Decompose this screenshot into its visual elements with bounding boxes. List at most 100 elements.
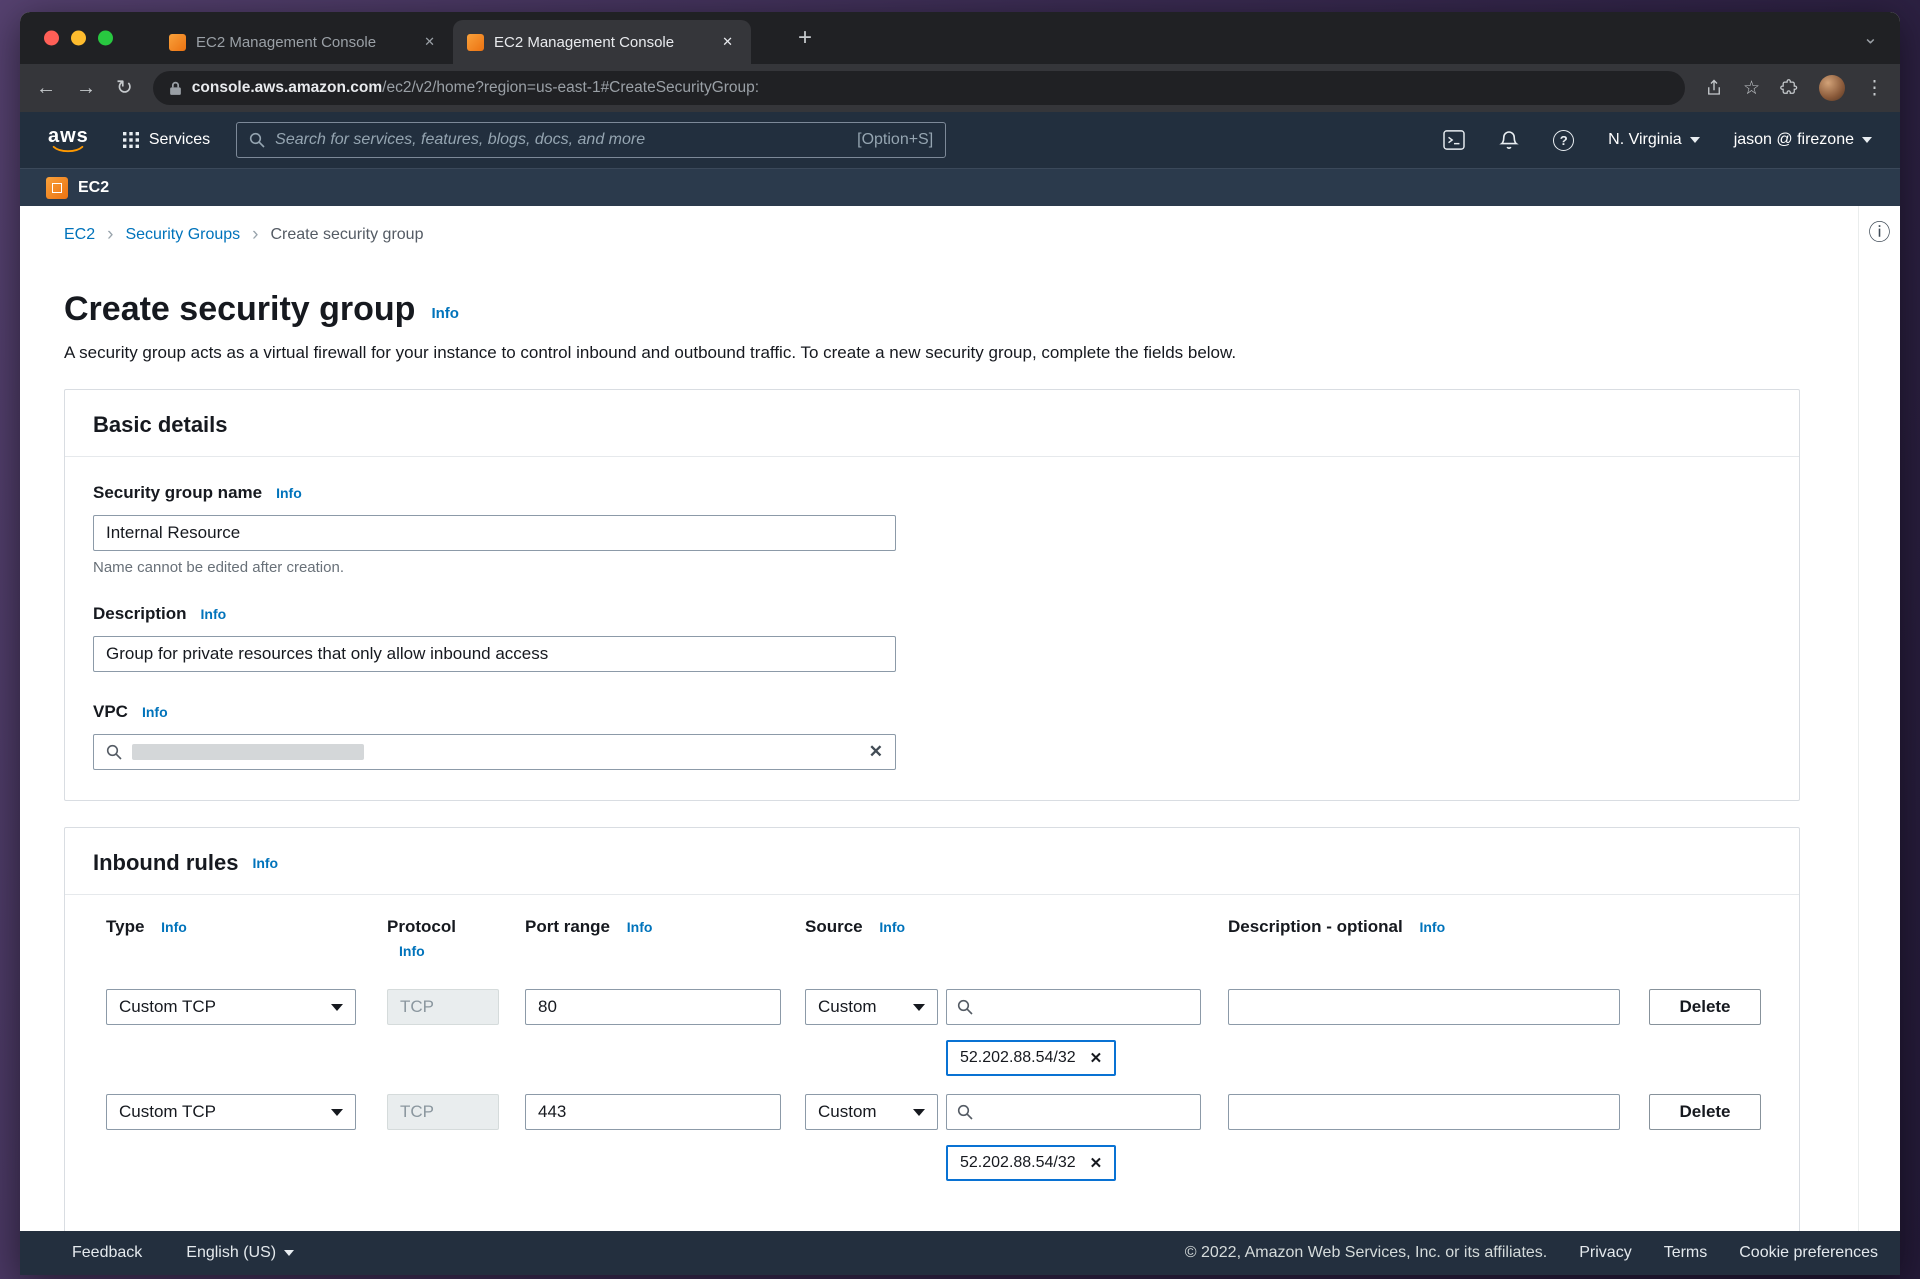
aws-logo[interactable]: aws	[48, 127, 89, 154]
new-tab-button[interactable]: +	[798, 26, 812, 50]
feedback-link[interactable]: Feedback	[72, 1244, 142, 1262]
aws-smile-icon	[51, 145, 85, 154]
aws-search-input[interactable]	[275, 131, 847, 149]
port-range-input[interactable]	[525, 989, 781, 1025]
service-bar: EC2	[20, 168, 1900, 206]
region-selector[interactable]: N. Virginia	[1608, 131, 1700, 149]
chevron-down-icon	[284, 1250, 294, 1256]
notifications-bell-icon[interactable]	[1499, 130, 1519, 151]
protocol-field	[387, 989, 499, 1025]
inbound-rules-header: Inbound rules Info	[65, 828, 1799, 895]
source-search-input[interactable]	[946, 1094, 1201, 1130]
rule-description-input[interactable]	[1228, 989, 1620, 1025]
clear-vpc-icon[interactable]: ✕	[869, 742, 883, 762]
delete-rule-button[interactable]: Delete	[1649, 989, 1761, 1025]
share-icon[interactable]	[1705, 79, 1723, 97]
browser-toolbar: ← → ↻ console.aws.amazon.com/ec2/v2/home…	[20, 64, 1900, 112]
source-select[interactable]: Custom	[805, 1094, 938, 1130]
source-info-link[interactable]: Info	[879, 919, 905, 935]
close-icon[interactable]: ✕	[420, 32, 439, 52]
source-column-header: Source Info	[805, 917, 1228, 961]
close-icon[interactable]: ✕	[718, 32, 737, 52]
tab-1[interactable]: EC2 Management Console ✕	[155, 20, 453, 64]
inbound-rule-row: Custom TCP Custom	[106, 989, 1799, 1076]
search-icon	[957, 999, 973, 1015]
help-icon[interactable]: ?	[1553, 130, 1574, 151]
url-text: console.aws.amazon.com/ec2/v2/home?regio…	[192, 79, 759, 97]
delete-rule-button[interactable]: Delete	[1649, 1094, 1761, 1130]
minimize-window-button[interactable]	[71, 31, 86, 46]
aws-favicon	[169, 34, 186, 51]
source-cidr-input[interactable]	[981, 997, 1190, 1017]
breadcrumb-security-groups[interactable]: Security Groups	[125, 226, 240, 244]
aws-top-nav: aws Services [Option+S]	[20, 112, 1900, 168]
window-controls	[44, 31, 113, 46]
rule-description-input[interactable]	[1228, 1094, 1620, 1130]
breadcrumb: EC2 › Security Groups › Create security …	[64, 224, 1858, 246]
reload-button[interactable]: ↻	[116, 78, 133, 98]
ec2-icon	[46, 177, 68, 199]
language-selector[interactable]: English (US)	[186, 1244, 294, 1262]
page-title: Create security group Info	[64, 290, 1858, 329]
vpc-select-input[interactable]: ✕	[93, 734, 896, 770]
security-group-name-label: Security group name Info	[93, 483, 1771, 503]
port-range-input[interactable]	[525, 1094, 781, 1130]
info-panel-icon[interactable]: ⓘ	[1868, 222, 1890, 1231]
chevron-down-icon	[1690, 137, 1700, 143]
chevron-down-icon	[913, 1109, 925, 1116]
page-info-link[interactable]: Info	[431, 305, 459, 322]
toolbar-actions: ☆ ⋮	[1705, 75, 1884, 101]
remove-cidr-icon[interactable]: ✕	[1090, 1049, 1103, 1067]
browser-menu-icon[interactable]: ⋮	[1865, 79, 1884, 98]
inbound-info-link[interactable]: Info	[252, 855, 278, 871]
tab-title: EC2 Management Console	[196, 34, 410, 51]
aws-search[interactable]: [Option+S]	[236, 122, 946, 158]
search-shortcut-hint: [Option+S]	[857, 131, 933, 149]
name-info-link[interactable]: Info	[276, 485, 302, 501]
type-info-link[interactable]: Info	[161, 919, 187, 935]
basic-details-header: Basic details	[65, 390, 1799, 457]
vpc-info-link[interactable]: Info	[142, 704, 168, 720]
account-menu[interactable]: jason @ firezone	[1734, 131, 1872, 149]
port-info-link[interactable]: Info	[627, 919, 653, 935]
tab-title: EC2 Management Console	[494, 34, 708, 51]
description-input[interactable]	[93, 636, 896, 672]
services-menu[interactable]: Services	[123, 131, 210, 149]
tab-2-active[interactable]: EC2 Management Console ✕	[453, 20, 751, 64]
tab-search-chevron-icon[interactable]: ⌄	[1863, 28, 1878, 49]
terms-link[interactable]: Terms	[1664, 1244, 1708, 1262]
zoom-window-button[interactable]	[98, 31, 113, 46]
type-select[interactable]: Custom TCP	[106, 1094, 356, 1130]
profile-avatar[interactable]	[1819, 75, 1845, 101]
cookie-preferences-link[interactable]: Cookie preferences	[1739, 1244, 1878, 1262]
tabs: EC2 Management Console ✕ EC2 Management …	[155, 20, 751, 64]
ec2-service-label[interactable]: EC2	[78, 179, 109, 197]
description-label: Description Info	[93, 604, 1771, 624]
back-button[interactable]: ←	[36, 78, 56, 98]
privacy-link[interactable]: Privacy	[1579, 1244, 1631, 1262]
type-select[interactable]: Custom TCP	[106, 989, 356, 1025]
source-cidr-input[interactable]	[981, 1102, 1190, 1122]
extensions-puzzle-icon[interactable]	[1780, 79, 1799, 98]
protocol-column-header: Protocol Info	[387, 917, 525, 961]
breadcrumb-ec2[interactable]: EC2	[64, 226, 95, 244]
page-intro: A security group acts as a virtual firew…	[64, 343, 1858, 363]
console-footer: Feedback English (US) © 2022, Amazon Web…	[20, 1231, 1900, 1275]
bookmark-star-icon[interactable]: ☆	[1743, 79, 1760, 98]
remove-cidr-icon[interactable]: ✕	[1090, 1154, 1103, 1172]
chevron-down-icon	[1862, 137, 1872, 143]
help-panel-rail: ⓘ	[1858, 206, 1900, 1231]
description-info-link[interactable]: Info	[201, 606, 227, 622]
close-window-button[interactable]	[44, 31, 59, 46]
basic-details-card: Basic details Security group name Info N…	[64, 389, 1800, 801]
forward-button[interactable]: →	[76, 78, 96, 98]
inbound-rule-row: Custom TCP Custom	[106, 1094, 1799, 1181]
source-select[interactable]: Custom	[805, 989, 938, 1025]
cloudshell-icon[interactable]	[1443, 130, 1465, 150]
source-search-input[interactable]	[946, 989, 1201, 1025]
description-col-info-link[interactable]: Info	[1419, 919, 1445, 935]
protocol-info-link[interactable]: Info	[399, 943, 425, 959]
search-icon	[106, 744, 122, 760]
security-group-name-input[interactable]	[93, 515, 896, 551]
address-bar[interactable]: console.aws.amazon.com/ec2/v2/home?regio…	[153, 71, 1685, 105]
